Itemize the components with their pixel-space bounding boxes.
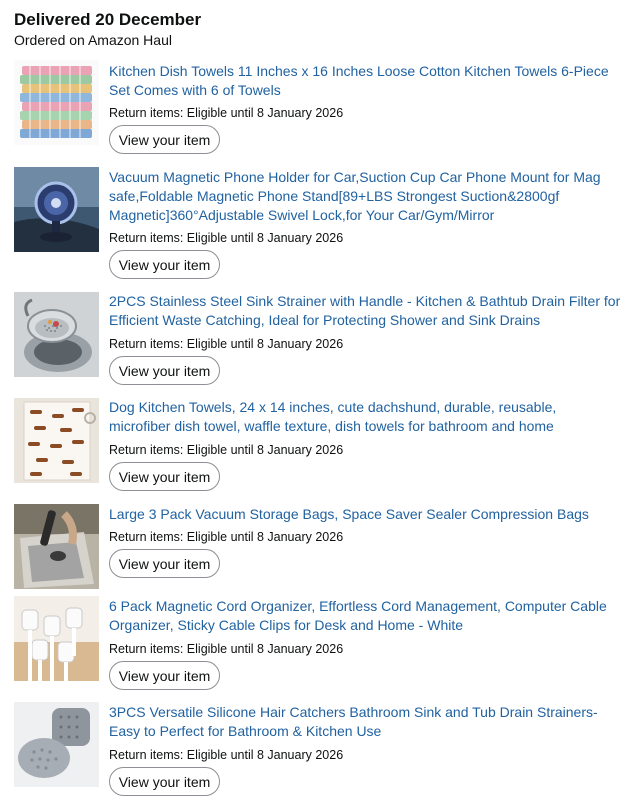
delivery-status-heading: Delivered 20 December	[14, 10, 202, 29]
view-item-button[interactable]: View your item	[109, 549, 220, 578]
dachshund-towel-image[interactable]	[14, 398, 99, 483]
return-eligibility-text: Return items: Eligible until 8 January 2…	[109, 748, 344, 762]
view-item-button[interactable]: View your item	[109, 767, 220, 796]
vacuum-bag-image[interactable]	[14, 504, 99, 589]
return-eligibility-text: Return items: Eligible until 8 January 2…	[109, 642, 344, 656]
product-title-link[interactable]: 2PCS Stainless Steel Sink Strainer with …	[109, 292, 621, 330]
order-source-label: Ordered on Amazon Haul	[14, 32, 172, 48]
return-eligibility-text: Return items: Eligible until 8 January 2…	[109, 337, 344, 351]
view-item-button[interactable]: View your item	[109, 356, 220, 385]
return-eligibility-text: Return items: Eligible until 8 January 2…	[109, 443, 344, 457]
return-eligibility-text: Return items: Eligible until 8 January 2…	[109, 530, 344, 544]
product-title-link[interactable]: Large 3 Pack Vacuum Storage Bags, Space …	[109, 505, 621, 524]
view-item-button[interactable]: View your item	[109, 462, 220, 491]
sink-strainer-image[interactable]	[14, 292, 99, 377]
view-item-button[interactable]: View your item	[109, 250, 220, 279]
return-eligibility-text: Return items: Eligible until 8 January 2…	[109, 231, 344, 245]
view-item-button[interactable]: View your item	[109, 661, 220, 690]
stacked-towels-image[interactable]	[14, 60, 99, 145]
product-title-link[interactable]: Kitchen Dish Towels 11 Inches x 16 Inche…	[109, 62, 621, 100]
product-title-link[interactable]: Vacuum Magnetic Phone Holder for Car,Suc…	[109, 168, 621, 225]
view-item-button[interactable]: View your item	[109, 125, 220, 154]
product-title-link[interactable]: 3PCS Versatile Silicone Hair Catchers Ba…	[109, 703, 621, 741]
product-title-link[interactable]: Dog Kitchen Towels, 24 x 14 inches, cute…	[109, 398, 621, 436]
product-title-link[interactable]: 6 Pack Magnetic Cord Organizer, Effortle…	[109, 597, 621, 635]
return-eligibility-text: Return items: Eligible until 8 January 2…	[109, 106, 344, 120]
cable-clips-image[interactable]	[14, 596, 99, 681]
hair-catcher-image[interactable]	[14, 702, 99, 787]
phone-holder-image[interactable]	[14, 167, 99, 252]
